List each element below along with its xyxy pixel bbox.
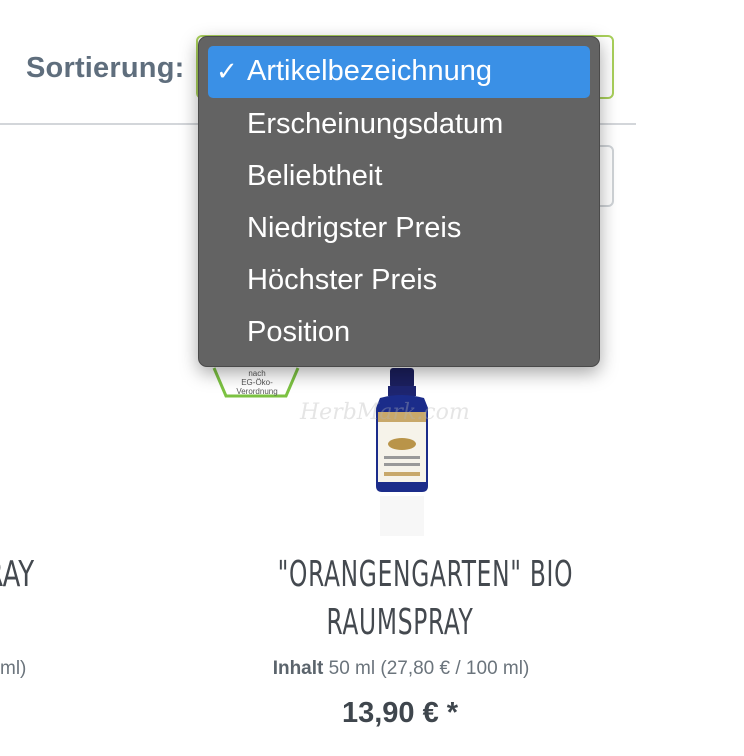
sort-option-erscheinungsdatum[interactable]: Erscheinungsdatum: [208, 98, 590, 150]
sort-option-label: Höchster Preis: [247, 264, 438, 296]
sort-option-hoechster-preis[interactable]: Höchster Preis: [208, 254, 590, 306]
content-label: Inhalt: [272, 658, 324, 679]
sort-dropdown-menu[interactable]: ✓ Artikelbezeichnung Erscheinungsdatum B…: [198, 36, 600, 367]
product-image[interactable]: [360, 368, 444, 538]
sort-option-beliebtheit[interactable]: Beliebtheit: [208, 150, 590, 202]
watermark: HerbMark.com: [300, 400, 470, 425]
sort-label: Sortierung:: [26, 52, 185, 84]
checkmark-icon: ✓: [216, 56, 238, 86]
sort-option-label: Beliebtheit: [247, 160, 383, 192]
product-price: 13,90 € *: [341, 697, 459, 729]
product-title-line1[interactable]: "ORANGENGARTEN" BIO: [278, 554, 573, 595]
product-title-line2[interactable]: RAUMSPRAY: [278, 602, 523, 643]
product-title-partial[interactable]: PRAY: [0, 554, 34, 595]
bio-seal-text: nach EG-Öko-Verordnung: [236, 369, 278, 396]
sort-option-label: Position: [247, 316, 351, 348]
product-content-partial: ml): [0, 658, 27, 679]
sort-option-label: Artikelbezeichnung: [247, 55, 493, 87]
sort-option-position[interactable]: Position: [208, 306, 590, 358]
content-value: 50 ml (27,80 € / 100 ml): [328, 658, 530, 679]
product-content-info: Inhalt 50 ml (27,80 € / 100 ml): [236, 658, 566, 680]
sort-option-label: Erscheinungsdatum: [247, 108, 504, 140]
sort-option-label: Niedrigster Preis: [247, 212, 462, 244]
sort-option-niedrigster-preis[interactable]: Niedrigster Preis: [208, 202, 590, 254]
sort-option-artikelbezeichnung[interactable]: ✓ Artikelbezeichnung: [208, 46, 590, 98]
